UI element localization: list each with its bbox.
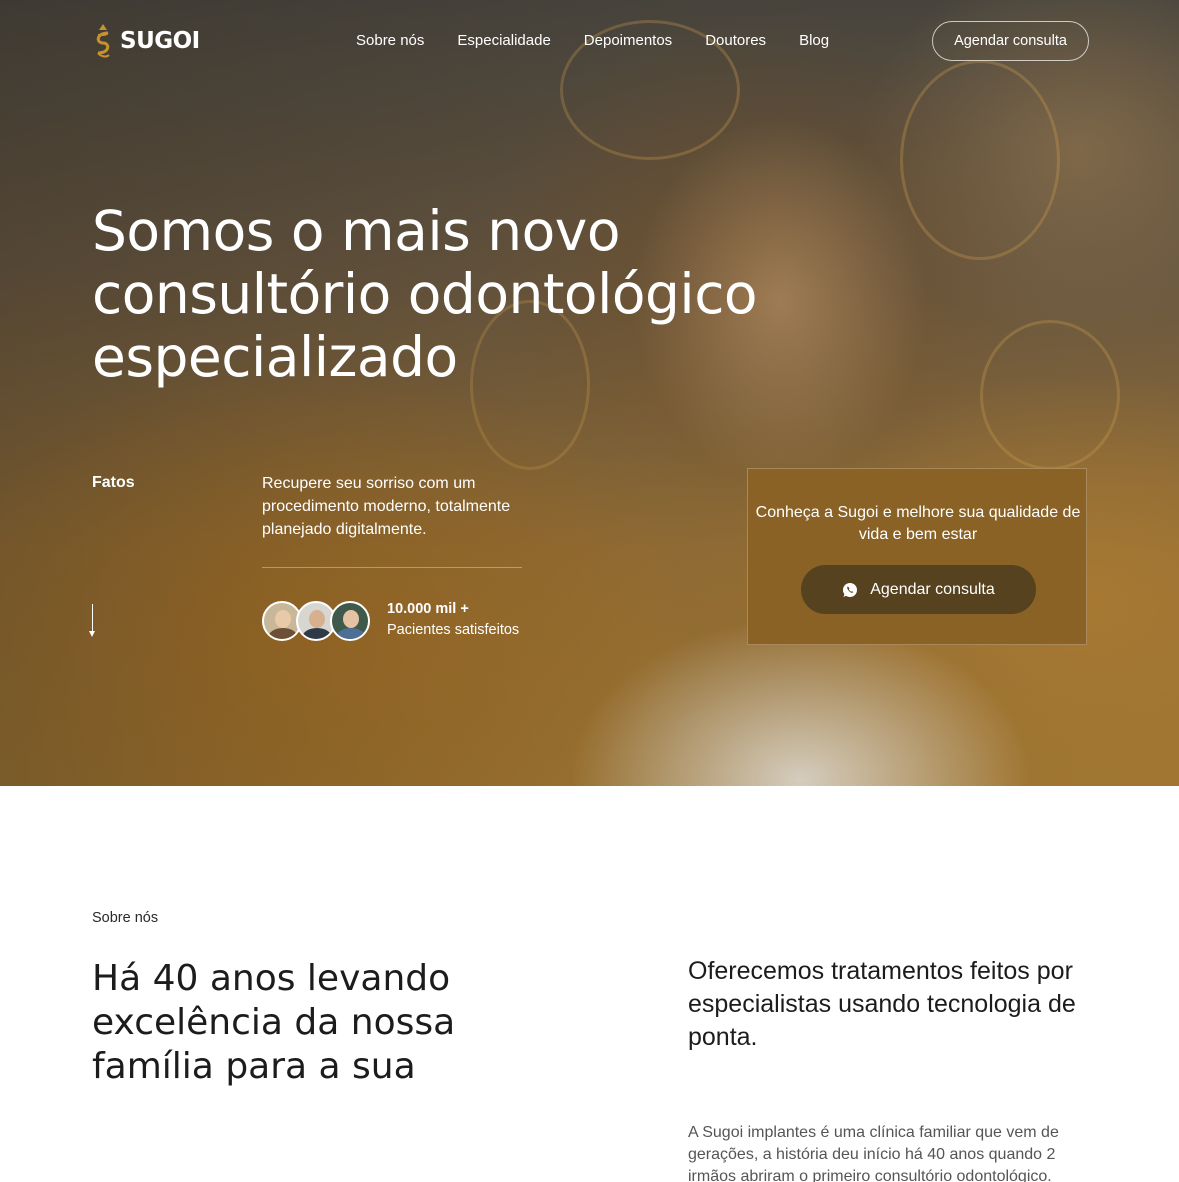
about-lead: Oferecemos tratamentos feitos por especi… <box>688 957 1076 1051</box>
whatsapp-icon <box>843 582 858 597</box>
cta-card-text: Conheça a Sugoi e melhore sua qualidade … <box>755 504 1081 543</box>
nav-item-doutores[interactable]: Doutores <box>705 32 766 49</box>
hero-divider <box>262 567 522 568</box>
avatar <box>330 601 370 641</box>
patient-avatars <box>262 601 370 641</box>
about-body: A Sugoi implantes é uma clínica familiar… <box>688 1124 1059 1182</box>
brand-name: SUGOI <box>120 28 200 54</box>
hero-section: SUGOI Sobre nós Especialidade Depoimento… <box>0 0 1179 786</box>
nav-item-especialidade[interactable]: Especialidade <box>457 32 550 49</box>
nav-item-blog[interactable]: Blog <box>799 32 829 49</box>
main-nav: Sobre nós Especialidade Depoimentos Dout… <box>356 32 829 49</box>
patients-count: 10.000 mil + <box>387 601 469 617</box>
cta-schedule-label: Agendar consulta <box>870 580 995 598</box>
brand-mark-icon <box>96 24 110 58</box>
hero-description: Recupere seu sorriso com um procedimento… <box>262 475 511 538</box>
header-schedule-button[interactable]: Agendar consulta <box>932 21 1089 61</box>
brand-logo[interactable]: SUGOI <box>92 22 200 60</box>
cta-schedule-button[interactable]: Agendar consulta <box>801 565 1036 614</box>
patients-label: Pacientes satisfeitos <box>387 622 520 638</box>
arrow-down-icon[interactable] <box>89 604 95 638</box>
about-title: Há 40 anos levando excelência da nossa f… <box>92 958 456 1087</box>
facts-label: Fatos <box>92 474 135 491</box>
hero-title: Somos o mais novo consultório odontológi… <box>92 199 758 389</box>
cta-card: Conheça a Sugoi e melhore sua qualidade … <box>747 468 1087 645</box>
hero-photo-overlay <box>0 0 1179 786</box>
nav-item-sobre-nos[interactable]: Sobre nós <box>356 32 424 49</box>
nav-item-depoimentos[interactable]: Depoimentos <box>584 32 672 49</box>
about-kicker: Sobre nós <box>92 910 159 926</box>
